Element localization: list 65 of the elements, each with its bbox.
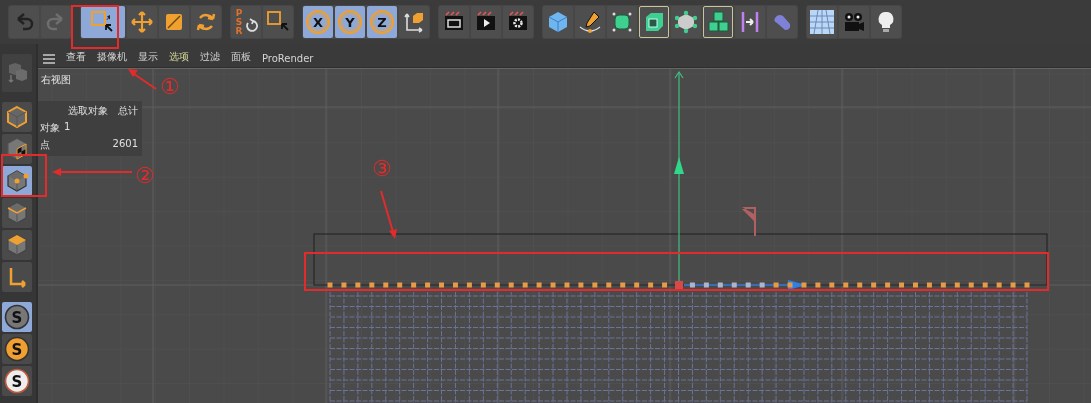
row-label: 点 [40, 138, 51, 152]
render-button[interactable] [471, 6, 501, 38]
move-icon [130, 10, 154, 34]
generator-button[interactable] [671, 6, 701, 38]
box-select-button[interactable] [263, 6, 293, 38]
axis-center-handle [675, 281, 683, 289]
cube-outline-icon [5, 105, 29, 129]
view-title: 右视图 [40, 73, 72, 87]
cube-icon [546, 10, 570, 34]
menu-item[interactable]: 选项 [169, 50, 189, 64]
menu-item[interactable]: 面板 [231, 50, 251, 64]
axis-mode-button[interactable] [2, 262, 32, 292]
pen-button[interactable] [575, 6, 605, 38]
annotation-arrow [380, 190, 397, 239]
column-header: 选取对象 [67, 104, 108, 118]
row-label: 对象 [40, 121, 61, 135]
scale-button[interactable] [159, 6, 189, 38]
cubes-icon [706, 10, 730, 34]
rotate-button[interactable] [191, 6, 221, 38]
edges-mode-button[interactable] [2, 198, 32, 228]
render-settings-button[interactable] [503, 6, 533, 38]
stat-value: 2601 [111, 138, 138, 151]
subdivide-button[interactable] [607, 6, 637, 38]
snap-button[interactable]: S [2, 366, 32, 396]
menu-item[interactable]: 显示 [138, 50, 158, 64]
menu-item[interactable]: 过滤 [200, 50, 220, 64]
model-mode-button[interactable] [2, 102, 32, 132]
annotation-number: ② [135, 165, 155, 187]
move-button[interactable] [127, 6, 157, 38]
menu-item[interactable]: ProRender [262, 53, 314, 64]
column-header: 总计 [117, 104, 138, 118]
light-button[interactable] [871, 6, 901, 38]
floor-button[interactable] [807, 6, 837, 38]
snap-button[interactable]: S [2, 334, 32, 364]
stat-value: 1 [64, 121, 72, 134]
coordinates-icon [402, 10, 426, 34]
points-mode-button[interactable] [2, 166, 32, 196]
annotation-number: ③ [372, 158, 392, 180]
camera-icon [842, 10, 866, 34]
checker-cube-icon [5, 137, 29, 161]
cube-edges-icon [5, 201, 29, 225]
cloner-button[interactable] [703, 6, 733, 38]
coordinates-button[interactable] [399, 6, 429, 38]
symmetry-button[interactable] [735, 6, 765, 38]
menu-icon[interactable] [43, 54, 55, 64]
annotation-arrow [128, 69, 157, 90]
pen-icon [578, 10, 602, 34]
generator-icon [674, 10, 698, 34]
extrude-button[interactable] [639, 6, 669, 38]
polygons-mode-button[interactable] [2, 230, 32, 260]
highlight-frame [71, 5, 119, 49]
subdivide-icon [610, 10, 634, 34]
cube-points-icon [5, 169, 29, 193]
live-select-button[interactable] [81, 6, 125, 38]
render-view-button[interactable] [439, 6, 469, 38]
texture-mode-button[interactable] [2, 134, 32, 164]
snap-button[interactable]: S [2, 302, 32, 332]
cube-polygons-icon [5, 233, 29, 257]
menu-item[interactable]: 摄像机 [97, 50, 127, 64]
cube-button[interactable] [543, 6, 573, 38]
annotation-number: ① [160, 76, 180, 98]
floor-icon [810, 10, 834, 34]
highlight-frame [1, 154, 47, 197]
editable-cubes-icon [5, 61, 29, 85]
menu-item[interactable]: 查看 [66, 50, 86, 64]
